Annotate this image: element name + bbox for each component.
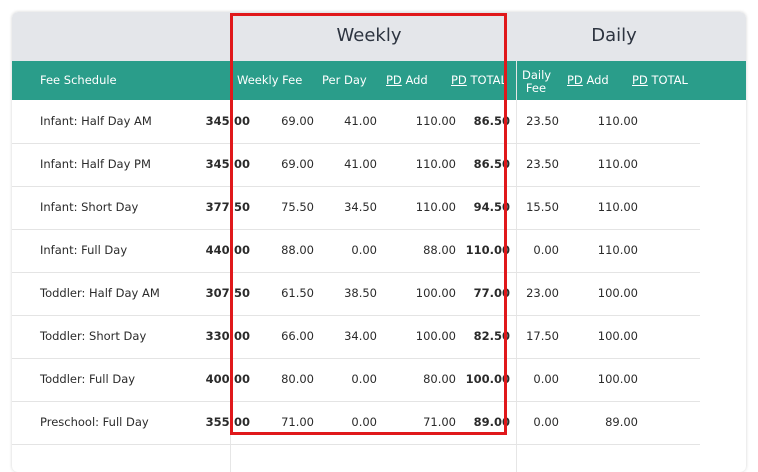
cell-per-day: 61.50: [281, 286, 314, 300]
cell-d-pd-total: 100.00: [597, 286, 638, 300]
cell-weekly-fee: 345.00: [205, 114, 250, 128]
header-weekly-pd-total[interactable]: PD TOTAL: [451, 74, 507, 87]
cell-d-pd-total: 100.00: [597, 372, 638, 386]
table-row: Infant: Half Day AM 345.00 69.00 41.00 110.0…: [12, 100, 700, 144]
cell-d-pd-add: 0.00: [533, 243, 559, 257]
cell-daily-fee: 86.50: [473, 157, 510, 171]
cell-w-pd-add: 0.00: [351, 372, 377, 386]
cell-w-pd-total: 110.00: [415, 114, 456, 128]
header-daily-fee[interactable]: Daily Fee: [522, 69, 551, 95]
cell-weekly-fee: 400.00: [205, 372, 250, 386]
group-weekly-label: Weekly: [336, 25, 402, 46]
cell-d-pd-total: 110.00: [597, 200, 638, 214]
cell-daily-fee: 82.50: [473, 329, 510, 343]
cell-w-pd-add: 38.50: [344, 286, 377, 300]
cell-daily-fee: 89.00: [473, 415, 510, 429]
cell-name: Infant: Full Day: [40, 243, 128, 257]
cell-d-pd-add: 15.50: [526, 200, 559, 214]
cell-w-pd-total: 100.00: [415, 286, 456, 300]
cell-per-day: 69.00: [281, 114, 314, 128]
cell-w-pd-total: 88.00: [423, 243, 456, 257]
cell-w-pd-add: 34.50: [344, 200, 377, 214]
cell-weekly-fee: 345.00: [205, 157, 250, 171]
table-row: Infant: Half Day PM 345.00 69.00 41.00 110.0…: [12, 143, 700, 187]
cell-name: Infant: Short Day: [40, 200, 139, 214]
cell-weekly-fee: 307.50: [205, 286, 250, 300]
cell-name: Preschool: Full Day: [40, 415, 149, 429]
cell-daily-fee: 77.00: [473, 286, 510, 300]
cell-per-day: 75.50: [281, 200, 314, 214]
cell-daily-fee: 94.50: [473, 200, 510, 214]
cell-per-day: 66.00: [281, 329, 314, 343]
cell-d-pd-total: 100.00: [597, 329, 638, 343]
fee-schedule-table: Weekly Daily Fee Schedule Weekly Fee Per…: [12, 12, 746, 472]
group-daily-label: Daily: [591, 25, 637, 46]
table-header-row: Fee Schedule Weekly Fee Per Day PD Add P…: [12, 61, 746, 100]
cell-per-day: 88.00: [281, 243, 314, 257]
cell-name: Toddler: Full Day: [40, 372, 136, 386]
cell-w-pd-total: 71.00: [423, 415, 456, 429]
cell-daily-fee: 100.00: [465, 372, 510, 386]
table-row: Preschool: Full Day 355.00 71.00 0.00 71.00 8…: [12, 401, 700, 445]
cell-d-pd-total: 110.00: [597, 243, 638, 257]
cell-w-pd-add: 41.00: [344, 114, 377, 128]
cell-d-pd-add: 23.50: [526, 114, 559, 128]
cell-w-pd-total: 110.00: [415, 200, 456, 214]
cell-per-day: 71.00: [281, 415, 314, 429]
cell-w-pd-add: 41.00: [344, 157, 377, 171]
cell-name: Infant: Half Day PM: [40, 157, 151, 171]
header-daily-pd-total[interactable]: PD TOTAL: [632, 74, 688, 87]
cell-w-pd-add: 34.00: [344, 329, 377, 343]
cell-per-day: 80.00: [281, 372, 314, 386]
cell-d-pd-total: 110.00: [597, 114, 638, 128]
cell-d-pd-add: 17.50: [526, 329, 559, 343]
header-weekly-pd-add[interactable]: PD Add: [386, 74, 428, 87]
cell-d-pd-add: 0.00: [533, 372, 559, 386]
column-group-header: Weekly Daily: [12, 12, 746, 61]
header-per-day[interactable]: Per Day: [322, 74, 367, 87]
cell-w-pd-add: 0.00: [351, 415, 377, 429]
header-fee-schedule[interactable]: Fee Schedule: [40, 74, 117, 87]
cell-w-pd-total: 100.00: [415, 329, 456, 343]
cell-daily-fee: 110.00: [465, 243, 510, 257]
cell-name: Infant: Half Day AM: [40, 114, 152, 128]
table-row: Toddler: Short Day 330.00 66.00 34.00 100.00…: [12, 315, 700, 359]
cell-daily-fee: 86.50: [473, 114, 510, 128]
cell-d-pd-add: 23.00: [526, 286, 559, 300]
cell-weekly-fee: 440.00: [205, 243, 250, 257]
cell-weekly-fee: 377.50: [205, 200, 250, 214]
cell-w-pd-total: 110.00: [415, 157, 456, 171]
cell-d-pd-total: 89.00: [605, 415, 638, 429]
cell-d-pd-total: 110.00: [597, 157, 638, 171]
header-weekly-fee[interactable]: Weekly Fee: [237, 74, 302, 87]
cell-w-pd-add: 0.00: [351, 243, 377, 257]
cell-d-pd-add: 0.00: [533, 415, 559, 429]
cell-weekly-fee: 330.00: [205, 329, 250, 343]
cell-name: Toddler: Half Day AM: [40, 286, 160, 300]
table-row: Toddler: Full Day 400.00 80.00 0.00 80.00 100…: [12, 358, 700, 402]
header-daily-pd-add[interactable]: PD Add: [567, 74, 609, 87]
cell-w-pd-total: 80.00: [423, 372, 456, 386]
cell-weekly-fee: 355.00: [205, 415, 250, 429]
table-row: Infant: Full Day 440.00 88.00 0.00 88.00 110.…: [12, 229, 700, 273]
cell-d-pd-add: 23.50: [526, 157, 559, 171]
cell-per-day: 69.00: [281, 157, 314, 171]
cell-name: Toddler: Short Day: [40, 329, 147, 343]
table-row: Toddler: Half Day AM 307.50 61.50 38.50 100.…: [12, 272, 700, 316]
table-row: Infant: Short Day 377.50 75.50 34.50 110.00 9…: [12, 186, 700, 230]
